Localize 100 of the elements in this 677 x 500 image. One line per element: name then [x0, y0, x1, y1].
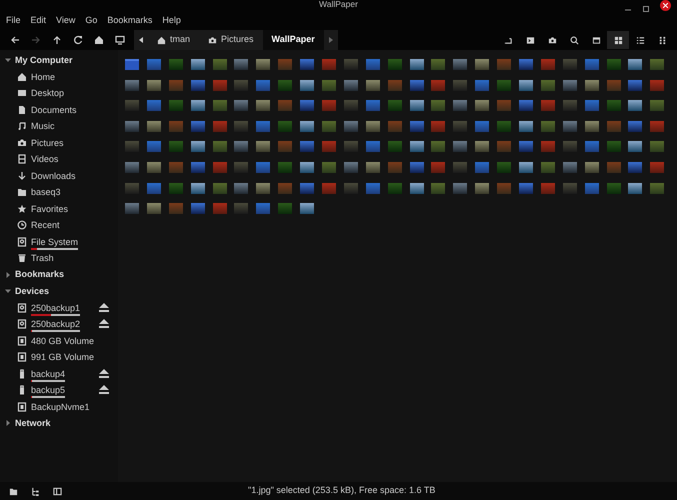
photo-placeholder[interactable]	[190, 141, 205, 152]
photo-placeholder[interactable]	[146, 59, 161, 70]
photo-placeholder[interactable]	[540, 162, 555, 173]
photo-placeholder[interactable]	[540, 120, 555, 132]
photo-placeholder[interactable]	[234, 100, 248, 112]
sidebar-item[interactable]: File System	[0, 234, 118, 250]
menu-item[interactable]: Help	[162, 14, 181, 28]
sidebar-item[interactable]: Documents	[0, 102, 118, 118]
photo-placeholder[interactable]	[562, 80, 577, 91]
sidebar-item[interactable]: Pictures	[0, 134, 118, 151]
photo-placeholder[interactable]	[344, 120, 358, 132]
photo-placeholder[interactable]	[475, 182, 490, 194]
scroll-right-button[interactable]	[324, 30, 338, 50]
photo-placeholder[interactable]	[125, 80, 139, 91]
breadcrumb-button[interactable]: tman	[148, 30, 200, 50]
photo-placeholder[interactable]	[584, 162, 599, 173]
sidebar-section-header[interactable]: Bookmarks	[0, 266, 118, 283]
photo-placeholder[interactable]	[344, 80, 358, 91]
photo-placeholder[interactable]	[519, 182, 534, 194]
photo-placeholder[interactable]	[366, 141, 380, 152]
sidebar-item[interactable]: Home	[0, 68, 118, 85]
photo-placeholder[interactable]	[190, 80, 205, 91]
photo-placeholder[interactable]	[212, 141, 227, 152]
photo-placeholder[interactable]	[256, 120, 270, 132]
photo-placeholder[interactable]	[519, 162, 534, 173]
photo-placeholder[interactable]	[322, 120, 336, 132]
photo-placeholder[interactable]	[453, 182, 468, 194]
breadcrumb-button[interactable]: Pictures	[199, 30, 263, 50]
photo-placeholder[interactable]	[410, 162, 424, 173]
scroll-left-button[interactable]	[134, 30, 148, 50]
photo-placeholder[interactable]	[146, 100, 161, 112]
photo-placeholder[interactable]	[453, 141, 468, 152]
eject-button[interactable]	[99, 319, 110, 330]
menu-item[interactable]: View	[56, 14, 76, 28]
sidebar-section-header[interactable]: Network	[0, 415, 118, 432]
photo-placeholder[interactable]	[212, 100, 227, 112]
photo-placeholder[interactable]	[410, 141, 424, 152]
photo-placeholder[interactable]	[475, 141, 490, 152]
breadcrumb-button[interactable]: WallPaper	[262, 30, 324, 50]
eject-button[interactable]	[99, 368, 110, 379]
sidebar-item[interactable]: Recent	[0, 217, 118, 234]
photo-placeholder[interactable]	[300, 162, 314, 173]
photo-placeholder[interactable]	[584, 120, 599, 132]
photo-placeholder[interactable]	[366, 182, 380, 194]
photo-placeholder[interactable]	[584, 141, 599, 152]
menu-item[interactable]: Bookmarks	[107, 14, 152, 28]
photo-placeholder[interactable]	[453, 59, 468, 70]
sidebar-item[interactable]: baseq3	[0, 184, 118, 200]
photo-placeholder[interactable]	[650, 182, 664, 194]
photo-placeholder[interactable]	[344, 162, 358, 173]
photo-placeholder[interactable]	[519, 100, 534, 112]
photo-placeholder[interactable]	[431, 141, 446, 152]
eject-button[interactable]	[99, 302, 110, 313]
sidebar-item[interactable]: 250backup1	[0, 300, 118, 316]
photo-placeholder[interactable]	[146, 80, 161, 91]
photo-placeholder[interactable]	[431, 100, 446, 112]
photo-placeholder[interactable]	[410, 182, 424, 194]
photo-placeholder[interactable]	[431, 182, 446, 194]
photo-placeholder[interactable]	[256, 59, 270, 70]
photo-placeholder[interactable]	[300, 141, 314, 152]
photo-placeholder[interactable]	[628, 59, 642, 70]
photo-placeholder[interactable]	[300, 120, 314, 132]
sidebar-item[interactable]: Videos	[0, 151, 118, 168]
photo-placeholder[interactable]	[146, 182, 161, 194]
close-button[interactable]	[660, 0, 671, 11]
photo-placeholder[interactable]	[322, 162, 336, 173]
photo-placeholder[interactable]	[519, 141, 534, 152]
photo-placeholder[interactable]	[650, 59, 664, 70]
photo-placeholder[interactable]	[300, 203, 314, 214]
photo-placeholder[interactable]	[256, 182, 270, 194]
photo-placeholder[interactable]	[125, 120, 139, 132]
photo-placeholder[interactable]	[584, 59, 599, 70]
photo-placeholder[interactable]	[366, 120, 380, 132]
sidebar-item[interactable]: Downloads	[0, 168, 118, 184]
photo-placeholder[interactable]	[628, 80, 642, 91]
eject-button[interactable]	[99, 385, 110, 396]
photo-placeholder[interactable]	[366, 59, 380, 70]
photo-placeholder[interactable]	[146, 162, 161, 173]
photo-placeholder[interactable]	[212, 182, 227, 194]
sidebar-item[interactable]: 991 GB Volume	[0, 349, 118, 366]
photo-placeholder[interactable]	[410, 100, 424, 112]
photo-placeholder[interactable]	[453, 100, 468, 112]
photo-placeholder[interactable]	[300, 182, 314, 194]
photo-placeholder[interactable]	[519, 80, 534, 91]
photo-placeholder[interactable]	[410, 120, 424, 132]
sidebar-item[interactable]: Favorites	[0, 200, 118, 217]
menu-item[interactable]: File	[6, 14, 21, 28]
photo-placeholder[interactable]	[475, 59, 490, 70]
photo-placeholder[interactable]	[190, 59, 205, 70]
photo-placeholder[interactable]	[540, 80, 555, 91]
photo-placeholder[interactable]	[628, 162, 642, 173]
photo-placeholder[interactable]	[431, 59, 446, 70]
sidebar-item[interactable]: BackupNvme1	[0, 398, 118, 415]
photo-placeholder[interactable]	[234, 182, 248, 194]
photo-placeholder[interactable]	[146, 120, 161, 132]
sidebar-item[interactable]: Trash	[0, 250, 118, 266]
photo-placeholder[interactable]	[146, 141, 161, 152]
photo-placeholder[interactable]	[256, 203, 270, 214]
photo-placeholder[interactable]	[475, 162, 490, 173]
photo-placeholder[interactable]	[584, 80, 599, 91]
